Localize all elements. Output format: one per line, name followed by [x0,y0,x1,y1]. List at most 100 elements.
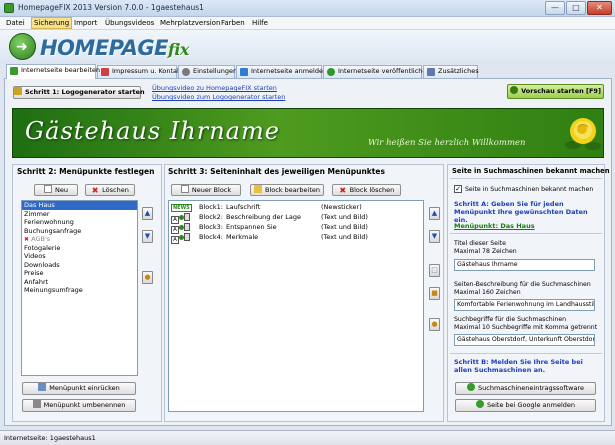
tab-bar: Internetseite bearbeiten Impressum u. Ko… [0,64,615,79]
list-item[interactable]: Videos [22,252,137,261]
status-bar: Internetseite: 1gaestehaus1 [0,430,615,445]
tab-internetseite-anmelden[interactable]: Internetseite anmelden [236,65,327,78]
step-a-text: Schritt A: Geben Sie für jeden Menüpunkt… [454,200,588,224]
list-item[interactable]: Das Haus [22,201,137,210]
move-down-icon[interactable]: ▼ [142,230,153,243]
list-item[interactable]: Buchungsanfrage [22,227,137,236]
list-item[interactable]: Ferienwohnung [22,218,137,227]
logo-generator-button[interactable]: Schritt 1: Logogenerator starten [13,86,145,99]
list-item[interactable]: ✖ AGB's [22,235,137,244]
video-link-homepagefix[interactable]: Übungsvideo zu HomepageFIX starten [152,84,277,92]
block-title: Merkmale [226,233,259,241]
maximize-button[interactable]: □ [566,1,586,15]
indent-menu-item-button[interactable]: Menüpunkt einrücken [22,382,136,395]
block-title: Laufschrift [226,203,261,211]
rename-menu-item-button[interactable]: Menüpunkt umbenennen [22,399,136,412]
image-icon [184,223,190,231]
menu-hilfe[interactable]: Hilfe [252,19,268,27]
menu-sicherung[interactable]: Sicherung [31,17,73,29]
close-button[interactable]: ✕ [587,1,612,15]
app-icon [4,3,14,13]
block-move-down-icon[interactable]: ▼ [429,230,440,243]
indent-icon [38,383,47,391]
list-item[interactable]: Preise [22,269,137,278]
menu-import[interactable]: Import [74,19,97,27]
image-icon [184,213,190,221]
register-icon [240,68,248,76]
logo: HOMEPAGEfix [40,36,189,60]
title-bar: HomepageFIX 2013 Version 7.0.0 - 1gaeste… [0,0,615,17]
paste-block-icon[interactable]: ■ [429,287,440,300]
table-row[interactable]: NEWS Block1: Laufschrift (Newsticker) [171,203,421,212]
block-move-up-icon[interactable]: ▲ [429,207,440,220]
list-item[interactable]: Zimmer [22,210,137,219]
block-type: (Text und Bild) [321,213,368,221]
tab-impressum[interactable]: Impressum u. Kontakt [97,65,183,78]
logo-text: HOMEPAGE [40,36,168,60]
copy-block-icon[interactable]: □ [429,264,440,277]
block-type: (Text und Bild) [321,233,368,241]
tab-einstellungen[interactable]: Einstellungen [178,65,238,78]
indent-label: Menüpunkt einrücken [49,384,120,392]
new-block-icon [180,185,189,193]
list-item[interactable]: Downloads [22,261,137,270]
delete-x-icon: ✖ [339,186,347,195]
block-title: Beschreibung der Lage [226,213,302,221]
google-submit-button[interactable]: Seite bei Google anmelden [455,399,596,412]
tab-label: Einstellungen [193,67,238,75]
menu-uebungsvideos[interactable]: Übungsvideos [105,19,154,27]
tab-label: Internetseite anmelden [251,67,328,75]
new-document-icon [44,185,52,193]
new-menu-item-button[interactable]: Neu [34,184,78,196]
new-block-button[interactable]: Neuer Block [171,184,241,196]
tab-internetseite-bearbeiten[interactable]: Internetseite bearbeiten [6,64,100,79]
rename-label: Menüpunkt umbenennen [43,401,126,409]
block-lock-icon[interactable]: ● [429,318,440,331]
list-item[interactable]: Meinungsumfrage [22,286,137,295]
menu-farben[interactable]: Farben [221,19,245,27]
list-item[interactable]: Anfahrt [22,278,137,287]
tab-label: Zusätzliches [438,67,479,75]
logo-area: ➜ HOMEPAGEfix [0,30,615,64]
new-button-label: Neu [55,186,68,194]
menu-items-list[interactable]: Das Haus Zimmer Ferienwohnung Buchungsan… [21,200,138,376]
delete-block-button[interactable]: ✖ Block löschen [332,184,401,196]
delete-block-label: Block löschen [349,186,395,194]
preview-label: Vorschau starten [F9] [521,87,601,95]
menu-bar: Datei Sicherung Import Übungsvideos Mehr… [0,17,615,30]
tab-zusaetzliches[interactable]: Zusätzliches [423,65,479,78]
keywords-max-label: Maximal 10 Suchbegriffe mit Komma getren… [454,324,598,331]
edit-block-label: Block bearbeiten [264,186,321,194]
step2-title: Schritt 2: Menüpunkte festlegen [17,167,155,176]
table-row[interactable]: A Block2: Beschreibung der Lage (Text un… [171,213,421,224]
menu-point-link[interactable]: Menüpunkt: Das Haus [454,222,535,230]
delete-menu-item-button[interactable]: ✖ Löschen [85,184,135,196]
google-icon [475,400,484,408]
table-row[interactable]: A Block3: Entspannen Sie (Text und Bild) [171,223,421,234]
page-title-field[interactable]: Gästehaus Ihrname [454,259,595,271]
search-engine-submit-button[interactable]: Suchmaschineneintragssoftware [455,382,596,395]
lock-icon[interactable]: ● [142,271,153,284]
block-type: (Newsticker) [321,203,362,211]
keywords-field[interactable]: Gästehaus Oberstdorf, Unterkunft Oberstd… [454,334,595,346]
header-banner: Gästehaus Ihrname Wir heißen Sie herzlic… [12,108,604,158]
edit-pencil-icon [253,185,262,193]
edit-block-button[interactable]: Block bearbeiten [250,184,324,196]
description-field[interactable]: Komfortable Ferienwohnung im Landhaussti… [454,299,595,311]
image-icon [184,233,190,241]
list-item[interactable]: Fotogalerie [22,244,137,253]
menu-mehrplatzversion[interactable]: Mehrplatzversion [160,19,220,27]
blocks-list[interactable]: NEWS Block1: Laufschrift (Newsticker) A … [168,200,424,412]
move-up-icon[interactable]: ▲ [142,207,153,220]
submit-label: Suchmaschineneintragssoftware [478,384,584,392]
video-link-logogenerator[interactable]: Übungsvideo zum Logogenerator starten [152,93,285,101]
table-row[interactable]: A Block4: Merkmale (Text und Bild) [171,233,421,244]
menu-datei[interactable]: Datei [6,19,25,27]
step3-title: Schritt 3: Seiteninhalt des jeweiligen M… [168,167,385,176]
tab-veroeffentlichen[interactable]: Internetseite veröffentlichen [323,65,431,78]
block-name: Block4: [199,233,223,241]
preview-button[interactable]: Vorschau starten [F9] [507,84,604,99]
seo-checkbox[interactable]: ✓ [454,185,462,193]
divider [450,178,602,179]
minimize-button[interactable]: — [545,1,565,15]
